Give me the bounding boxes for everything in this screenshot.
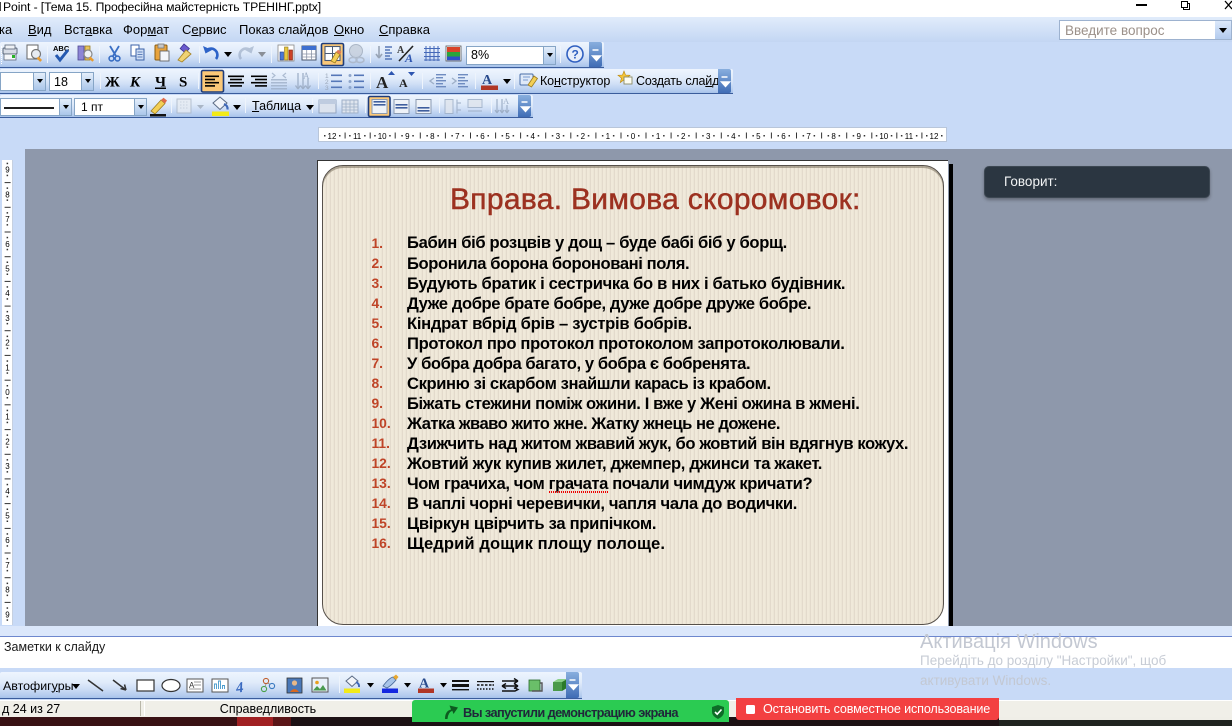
svg-text:1: 1 (5, 413, 10, 422)
svg-text:0: 0 (631, 132, 636, 141)
svg-text:3: 3 (325, 85, 329, 92)
svg-text:A: A (503, 96, 510, 106)
svg-text:1: 1 (5, 363, 10, 372)
svg-text:К: К (129, 75, 141, 91)
svg-text:11: 11 (905, 132, 914, 141)
svg-text:7: 7 (806, 132, 811, 141)
svg-text:6: 6 (480, 132, 485, 141)
svg-text:12: 12 (930, 132, 939, 141)
svg-text:2: 2 (581, 132, 586, 141)
svg-text:3: 3 (5, 314, 10, 323)
svg-text:1: 1 (606, 132, 611, 141)
svg-text:8: 8 (831, 132, 836, 141)
svg-text:4: 4 (5, 487, 10, 496)
svg-text:2: 2 (5, 339, 10, 348)
svg-text:5: 5 (505, 132, 510, 141)
svg-text:6: 6 (781, 132, 786, 141)
svg-text:3: 3 (706, 132, 711, 141)
svg-text:10: 10 (378, 132, 387, 141)
svg-text:8: 8 (5, 190, 10, 199)
svg-text:12: 12 (328, 132, 337, 141)
svg-text:A: A (397, 45, 405, 56)
svg-text:0: 0 (5, 388, 10, 397)
svg-text:2: 2 (5, 437, 10, 446)
svg-text:7: 7 (455, 132, 460, 141)
svg-text:11: 11 (353, 132, 362, 141)
svg-text:6: 6 (5, 240, 10, 249)
svg-text:S: S (179, 75, 187, 91)
svg-text:5: 5 (5, 265, 10, 274)
svg-text:Ж: Ж (105, 75, 120, 91)
svg-text:3: 3 (556, 132, 561, 141)
svg-text:9: 9 (5, 610, 10, 619)
svg-text:1: 1 (656, 132, 661, 141)
svg-text:4: 4 (731, 132, 736, 141)
svg-text:?: ? (572, 48, 579, 62)
svg-text:9: 9 (5, 166, 10, 175)
svg-text:7: 7 (5, 561, 10, 570)
svg-text:3: 3 (5, 462, 10, 471)
svg-text:A: A (303, 71, 310, 81)
svg-text:10: 10 (879, 132, 888, 141)
svg-text:6: 6 (5, 536, 10, 545)
svg-text:2: 2 (681, 132, 686, 141)
svg-text:5: 5 (5, 512, 10, 521)
svg-text:7: 7 (5, 215, 10, 224)
svg-text:5: 5 (756, 132, 761, 141)
svg-text:A: A (399, 76, 408, 90)
svg-text:9: 9 (856, 132, 861, 141)
svg-text:A: A (376, 73, 389, 92)
svg-text:4: 4 (530, 132, 535, 141)
svg-text:A: A (404, 51, 413, 65)
svg-text:8: 8 (5, 586, 10, 595)
svg-text:4: 4 (234, 680, 245, 697)
svg-text:9: 9 (405, 132, 410, 141)
svg-text:4: 4 (5, 289, 10, 298)
svg-text:Ч: Ч (155, 75, 166, 91)
svg-text:8: 8 (430, 132, 435, 141)
